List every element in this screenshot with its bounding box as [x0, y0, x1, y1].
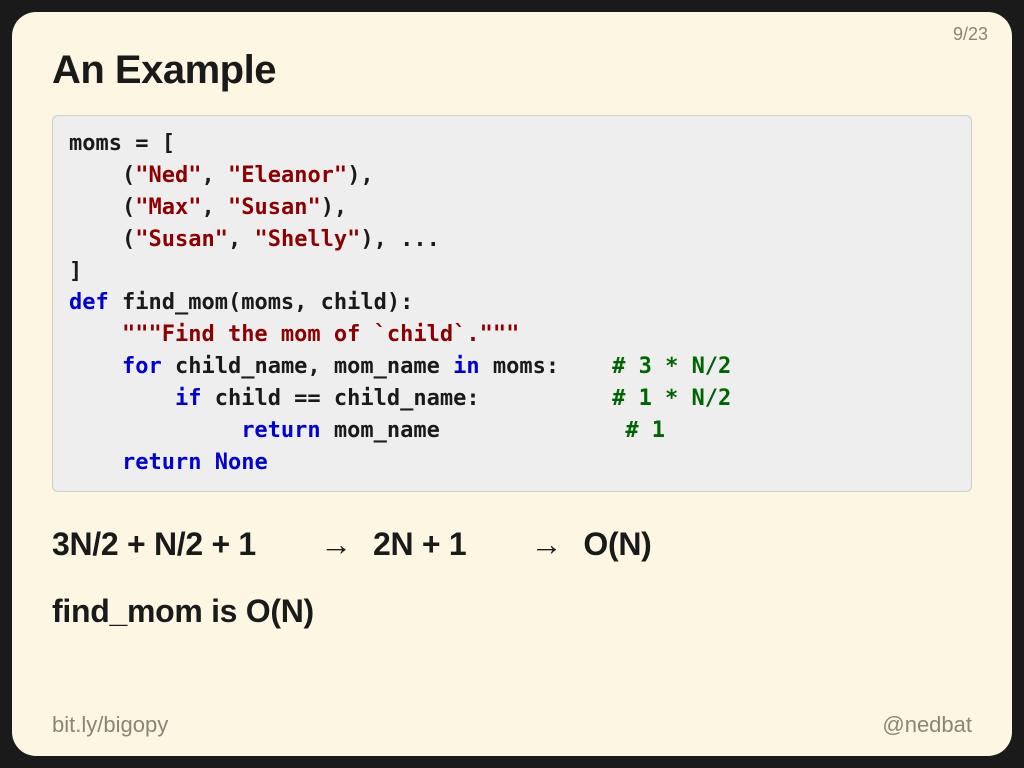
- code-text: (: [69, 195, 135, 220]
- code-line: return mom_name # 1: [69, 418, 665, 443]
- code-text: [69, 354, 122, 379]
- code-text: ),: [347, 163, 374, 188]
- footer-link: bit.ly/bigopy: [52, 712, 168, 738]
- code-string: "Shelly": [254, 227, 360, 252]
- code-block: moms = [ ("Ned", "Eleanor"), ("Max", "Su…: [52, 115, 972, 492]
- footer-handle-name: nedbat: [905, 712, 972, 737]
- code-line: ]: [69, 259, 82, 284]
- code-keyword: if: [175, 386, 202, 411]
- code-string: "Max": [135, 195, 201, 220]
- footer-at-icon: @: [882, 712, 904, 737]
- code-comment: # 3 * N/2: [612, 354, 731, 379]
- code-text: ,: [201, 163, 228, 188]
- slide-title: An Example: [52, 48, 972, 93]
- math-expr: 3N/2 + N/2 + 1: [52, 526, 256, 562]
- code-line: ("Ned", "Eleanor"),: [69, 163, 374, 188]
- code-keyword: None: [215, 450, 268, 475]
- code-line: return None: [69, 450, 268, 475]
- page-number: 9/23: [953, 24, 988, 45]
- code-line: def find_mom(moms, child):: [69, 290, 413, 315]
- code-line: ("Max", "Susan"),: [69, 195, 347, 220]
- code-comment: # 1: [625, 418, 665, 443]
- code-keyword: def: [69, 290, 109, 315]
- code-text: child_name, mom_name: [162, 354, 453, 379]
- code-string: "Eleanor": [228, 163, 347, 188]
- code-string: "Ned": [135, 163, 201, 188]
- code-text: [69, 386, 175, 411]
- code-string: "Susan": [135, 227, 228, 252]
- code-text: [69, 322, 122, 347]
- math-derivation: 3N/2 + N/2 + 1 → 2N + 1 → O(N): [52, 526, 972, 563]
- code-text: child == child_name:: [201, 386, 612, 411]
- code-string: "Susan": [228, 195, 321, 220]
- code-keyword: return: [241, 418, 320, 443]
- code-keyword: for: [122, 354, 162, 379]
- code-text: ,: [228, 227, 255, 252]
- math-expr: O(N): [583, 526, 651, 562]
- code-text: find_mom(moms, child):: [109, 290, 414, 315]
- math-expr: 2N + 1: [373, 526, 466, 562]
- code-text: [69, 450, 122, 475]
- slide-footer: bit.ly/bigopy @nedbat: [52, 712, 972, 738]
- code-line: """Find the mom of `child`.""": [69, 322, 519, 347]
- code-line: ("Susan", "Shelly"), ...: [69, 227, 440, 252]
- code-line: for child_name, mom_name in moms: # 3 * …: [69, 354, 731, 379]
- code-text: (: [69, 227, 135, 252]
- slide: 9/23 An Example moms = [ ("Ned", "Eleano…: [12, 12, 1012, 756]
- code-text: [201, 450, 214, 475]
- code-docstring: """Find the mom of `child`.""": [122, 322, 519, 347]
- code-text: [69, 418, 241, 443]
- code-text: ,: [201, 195, 228, 220]
- footer-handle: @nedbat: [882, 712, 972, 738]
- code-text: (: [69, 163, 135, 188]
- code-keyword: in: [453, 354, 480, 379]
- code-text: ),: [321, 195, 348, 220]
- conclusion-line: find_mom is O(N): [52, 593, 972, 630]
- code-line: if child == child_name: # 1 * N/2: [69, 386, 731, 411]
- code-text: ), ...: [360, 227, 439, 252]
- code-comment: # 1 * N/2: [612, 386, 731, 411]
- arrow-icon: →: [316, 526, 356, 563]
- code-line: moms = [: [69, 131, 175, 156]
- arrow-icon: →: [526, 526, 566, 563]
- footer-link-prefix: bit.ly/: [52, 712, 103, 737]
- code-keyword: return: [122, 450, 201, 475]
- code-text: mom_name: [321, 418, 626, 443]
- code-text: moms:: [480, 354, 612, 379]
- footer-link-slug: bigopy: [103, 712, 168, 737]
